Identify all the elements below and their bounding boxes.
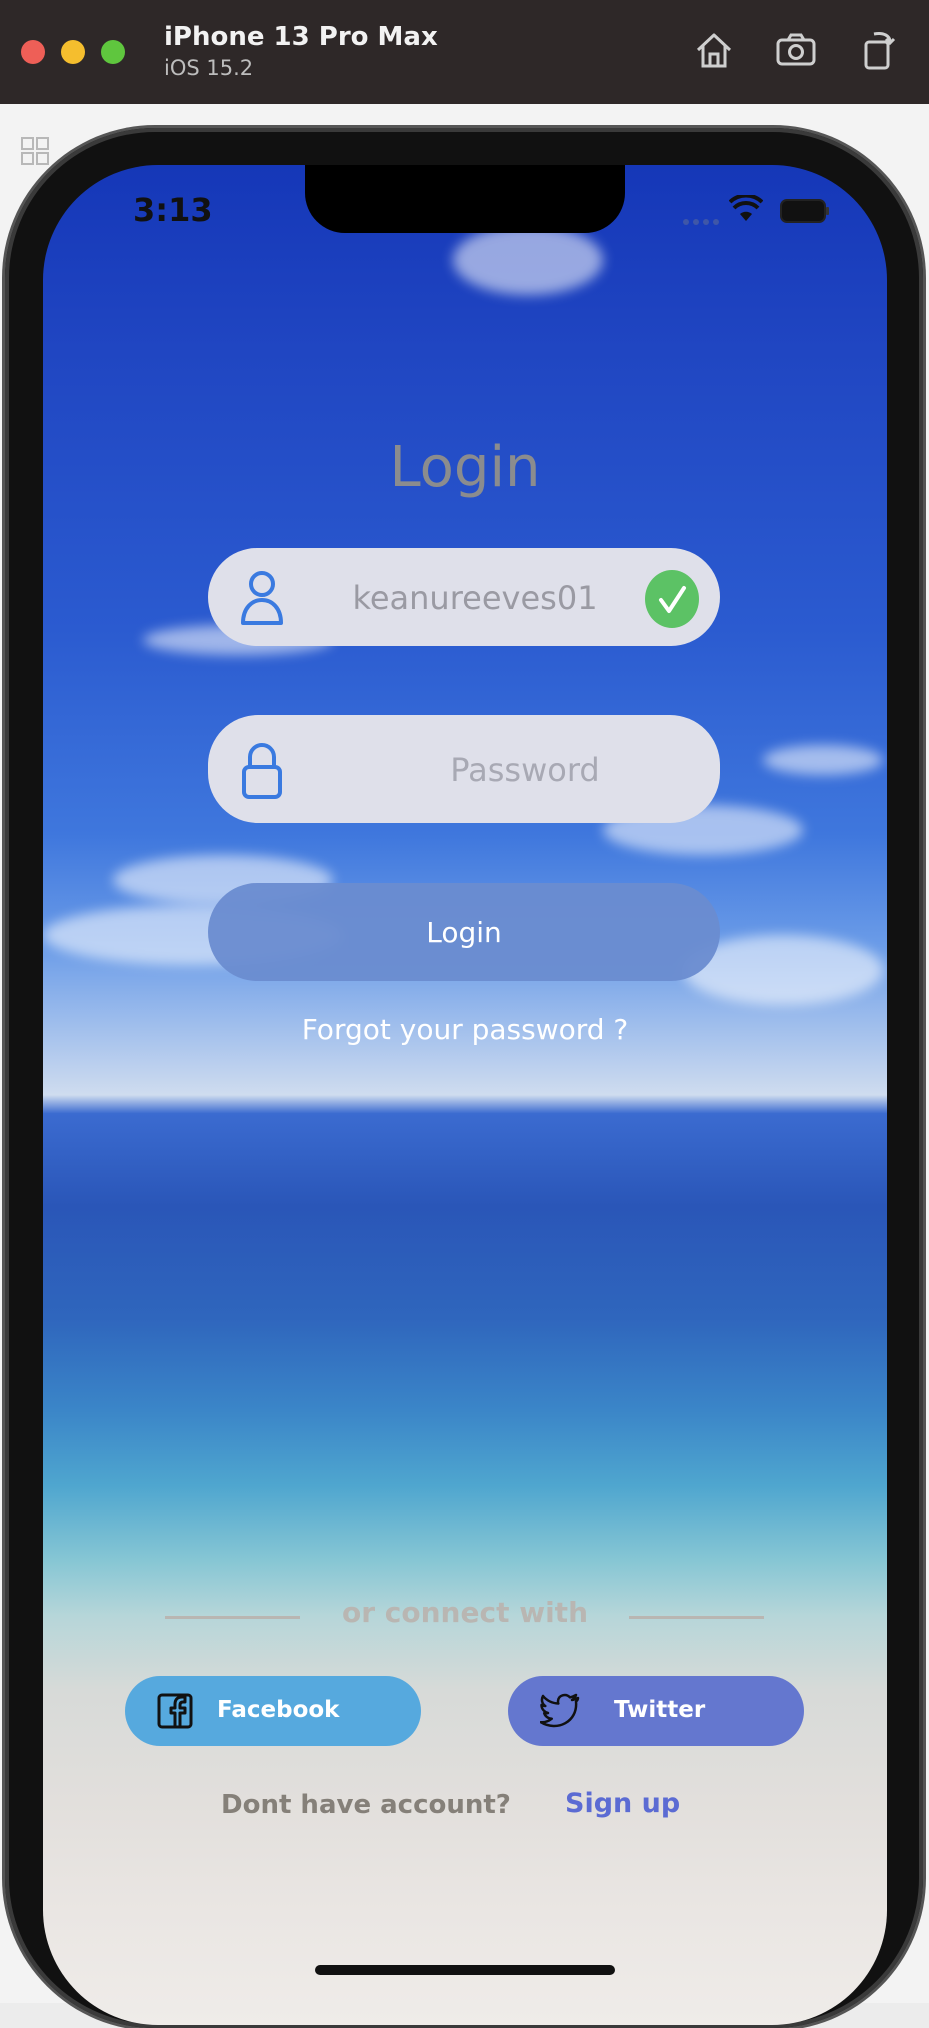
twitter-label: Twitter bbox=[614, 1697, 706, 1723]
zoom-window-button[interactable] bbox=[101, 40, 125, 64]
phone-notch bbox=[305, 165, 625, 233]
facebook-icon bbox=[157, 1693, 193, 1729]
wifi-icon bbox=[729, 195, 763, 221]
screenshot-icon[interactable] bbox=[772, 26, 820, 74]
grid-icon[interactable] bbox=[20, 136, 50, 166]
close-window-button[interactable] bbox=[21, 40, 45, 64]
rotate-icon[interactable] bbox=[854, 26, 902, 74]
lock-icon bbox=[242, 743, 282, 799]
twitter-icon bbox=[540, 1693, 580, 1728]
no-account-label: Dont have account? bbox=[221, 1790, 511, 1820]
minimize-window-button[interactable] bbox=[61, 40, 85, 64]
twitter-button[interactable]: Twitter bbox=[508, 1676, 804, 1746]
background-cloud bbox=[763, 745, 883, 775]
login-button[interactable]: Login bbox=[208, 883, 720, 981]
os-version: iOS 15.2 bbox=[164, 56, 254, 80]
valid-check-icon bbox=[645, 570, 699, 628]
or-connect-label: or connect with bbox=[342, 1596, 588, 1629]
home-indicator[interactable] bbox=[315, 1965, 615, 1975]
simulator-title-bar: iPhone 13 Pro Max iOS 15.2 bbox=[0, 0, 929, 105]
username-input[interactable] bbox=[308, 548, 642, 648]
password-input[interactable] bbox=[358, 715, 692, 825]
home-icon[interactable] bbox=[690, 26, 738, 74]
username-field[interactable] bbox=[208, 548, 720, 648]
facebook-button[interactable]: Facebook bbox=[125, 1676, 421, 1746]
device-name: iPhone 13 Pro Max bbox=[164, 22, 438, 52]
page-title: Login bbox=[389, 434, 541, 500]
battery-icon bbox=[780, 199, 829, 223]
facebook-label: Facebook bbox=[217, 1697, 340, 1723]
background-cloud bbox=[453, 225, 603, 295]
divider-line bbox=[629, 1616, 764, 1619]
sign-up-link[interactable]: Sign up bbox=[565, 1788, 680, 1819]
signal-icon bbox=[683, 219, 719, 225]
password-field[interactable] bbox=[208, 715, 720, 825]
user-icon bbox=[241, 571, 283, 625]
status-time: 3:13 bbox=[133, 191, 213, 229]
phone-screen: 3:13 Login Login Forgot your password ? … bbox=[43, 165, 887, 2025]
forgot-password-link[interactable]: Forgot your password ? bbox=[43, 1013, 887, 1046]
